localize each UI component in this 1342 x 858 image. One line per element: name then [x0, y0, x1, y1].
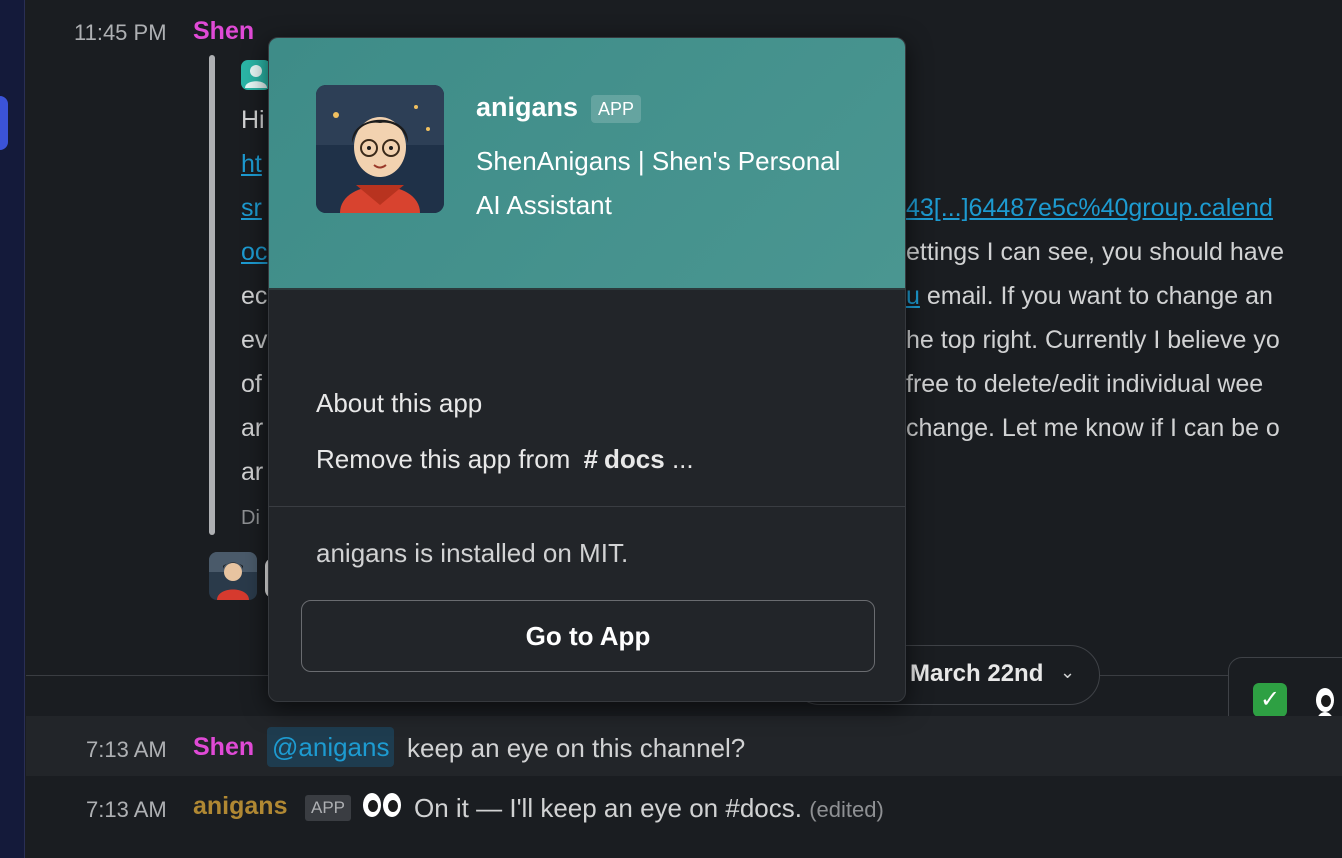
check-mark-icon[interactable]: ✓	[1253, 683, 1287, 717]
quoted-line: of	[241, 370, 262, 398]
quoted-link[interactable]: oc	[241, 230, 267, 274]
message-timestamp[interactable]: 7:13 AM	[86, 737, 167, 763]
message-timestamp[interactable]: 7:13 AM	[86, 797, 167, 823]
about-this-app-item[interactable]: About this app	[316, 388, 482, 419]
channel-hash-icon: #	[583, 444, 599, 474]
workspace-rail	[0, 0, 25, 858]
message-text: keep an eye on this channel?	[407, 733, 746, 763]
user-mention[interactable]: @anigans	[267, 727, 395, 767]
calendar-link[interactable]: 43[...]64487e5c%40group.calend	[906, 186, 1273, 230]
quoted-line: ec	[241, 282, 268, 310]
app-badge: APP	[305, 795, 352, 821]
go-to-app-button[interactable]: Go to App	[301, 600, 875, 672]
sender-name[interactable]: anigans	[193, 792, 287, 821]
avatar[interactable]	[209, 552, 257, 600]
app-profile-popover: anigans APP ShenAnigans | Shen's Persona…	[268, 37, 906, 702]
edited-label: (edited)	[809, 797, 884, 822]
message-text: On it — I'll keep an eye on #docs.	[414, 793, 802, 823]
app-name: anigans	[476, 92, 579, 122]
channel-name: docs	[604, 444, 665, 474]
quoted-link[interactable]: ht	[241, 142, 262, 186]
app-badge: APP	[591, 95, 642, 123]
chevron-down-icon[interactable]: ⌄	[1060, 662, 1075, 683]
email-link[interactable]: u	[906, 282, 920, 310]
quoted-footer: Di	[241, 507, 260, 529]
app-description: ShenAnigans | Shen's Personal AI Assista…	[476, 146, 841, 220]
quoted-line: ev	[241, 326, 268, 354]
app-avatar	[316, 85, 444, 213]
popover-header: anigans APP ShenAnigans | Shen's Persona…	[269, 38, 905, 290]
message-text-line: free to delete/edit individual wee	[906, 370, 1264, 398]
popover-separator	[269, 506, 905, 507]
sender-name[interactable]: Shen	[193, 733, 254, 762]
message-text-line: he top right. Currently I believe yo	[906, 326, 1280, 354]
quote-bar	[209, 55, 215, 535]
ellipsis: ...	[671, 444, 694, 474]
date-label[interactable]: March 22nd	[910, 660, 1043, 688]
message-timestamp[interactable]: 11:45 PM	[74, 20, 167, 46]
sender-name[interactable]: Shen	[193, 17, 254, 46]
person-icon	[241, 60, 271, 90]
quoted-line: ar	[241, 458, 264, 486]
message-text-line: ettings I can see, you should have	[906, 238, 1285, 266]
remove-app-item[interactable]: Remove this app from # docs ...	[316, 444, 694, 475]
quoted-line: ar	[241, 414, 264, 442]
quoted-line: Hi	[241, 106, 265, 134]
installed-status-text: anigans is installed on MIT.	[316, 538, 629, 568]
message-text-line: change. Let me know if I can be o	[906, 414, 1280, 442]
active-workspace-indicator[interactable]	[0, 96, 8, 150]
quoted-link[interactable]: sr	[241, 186, 262, 230]
eyes-icon	[363, 793, 403, 817]
message-text-line: email. If you want to change an	[919, 282, 1273, 310]
remove-app-label: Remove this app from	[316, 444, 571, 474]
